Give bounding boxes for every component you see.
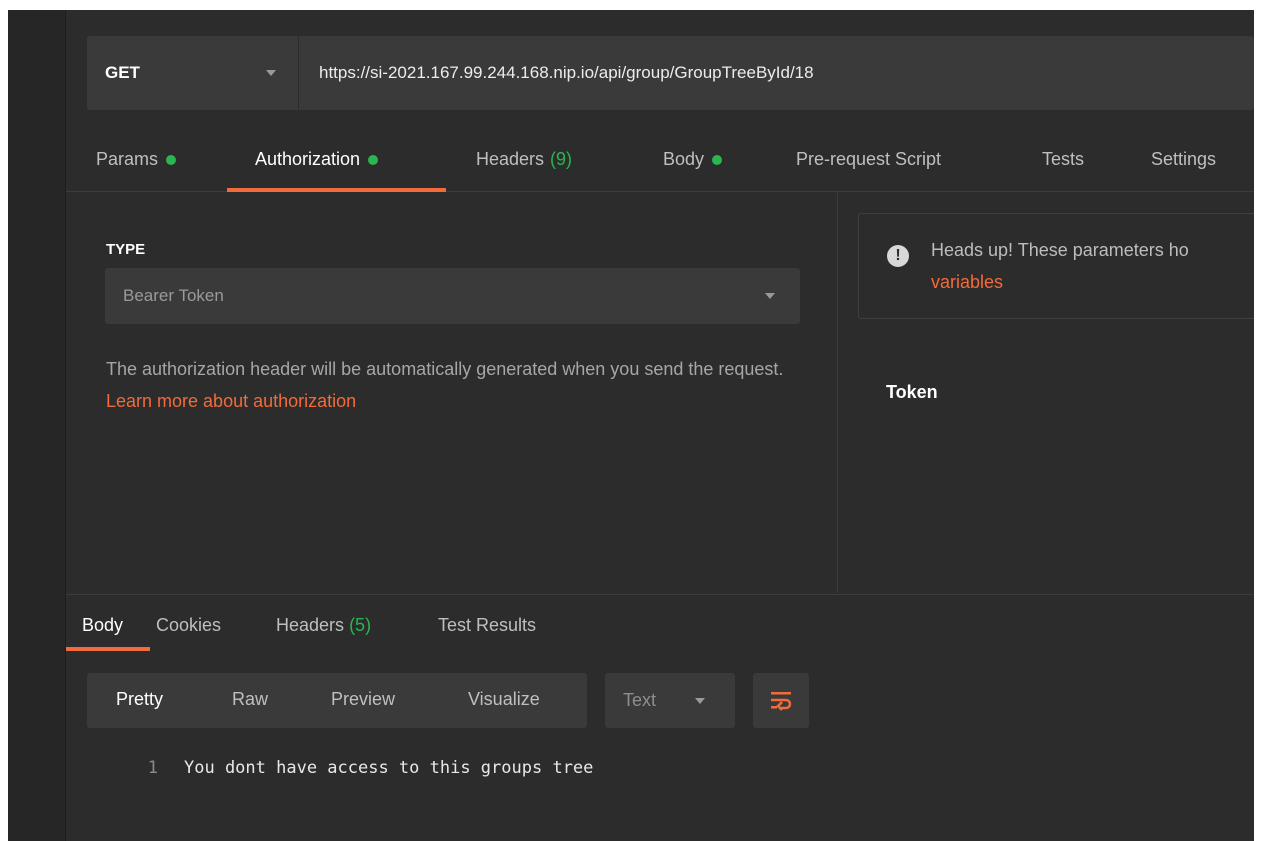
status-dot-icon bbox=[712, 154, 723, 165]
type-label: TYPE bbox=[106, 241, 146, 258]
tab-response-headers[interactable]: Headers (5) bbox=[276, 615, 371, 636]
tab-test-results[interactable]: Test Results bbox=[438, 615, 536, 636]
auth-type-value: Bearer Token bbox=[123, 286, 224, 305]
learn-more-link[interactable]: Learn more about authorization bbox=[106, 391, 356, 411]
visualize-button[interactable]: Visualize bbox=[468, 689, 540, 710]
chevron-down-icon bbox=[266, 70, 276, 76]
raw-button[interactable]: Raw bbox=[232, 689, 268, 710]
format-select[interactable]: Text bbox=[605, 673, 735, 728]
token-label: Token bbox=[886, 382, 938, 402]
auth-type-select[interactable]: Bearer Token bbox=[105, 268, 800, 324]
url-input[interactable]: https://si-2021.167.99.244.168.nip.io/ap… bbox=[299, 63, 814, 83]
request-url-bar: GET https://si-2021.167.99.244.168.nip.i… bbox=[87, 36, 1254, 110]
method-label: GET bbox=[105, 63, 140, 82]
chevron-down-icon bbox=[695, 697, 705, 704]
request-tabs: Params Authorization Headers (9) Body Pr… bbox=[66, 136, 1254, 192]
heads-up-notice: ! Heads up! These parameters ho variable… bbox=[858, 213, 1254, 319]
tab-settings[interactable]: Settings bbox=[1151, 149, 1216, 170]
notice-text: Heads up! These parameters ho bbox=[931, 240, 1189, 260]
auth-type-panel: TYPE Bearer Token The authorization head… bbox=[66, 193, 838, 593]
tab-cookies[interactable]: Cookies bbox=[156, 615, 221, 636]
line-number: 1 bbox=[147, 758, 158, 778]
tab-pre-request-script[interactable]: Pre-request Script bbox=[796, 149, 941, 170]
active-tab-indicator bbox=[227, 188, 446, 192]
tab-response-body[interactable]: Body bbox=[82, 615, 123, 636]
wrap-lines-icon bbox=[771, 691, 792, 711]
active-tab-indicator bbox=[66, 647, 150, 651]
tab-tests[interactable]: Tests bbox=[1042, 149, 1084, 170]
status-dot-icon bbox=[166, 154, 177, 165]
chevron-down-icon bbox=[765, 293, 775, 299]
view-mode-group: Pretty Raw Preview Visualize bbox=[87, 673, 587, 728]
tab-headers[interactable]: Headers (9) bbox=[476, 149, 572, 170]
response-text: You dont have access to this groups tree bbox=[184, 758, 594, 778]
tab-authorization[interactable]: Authorization bbox=[255, 149, 379, 170]
auth-description: The authorization header will be automat… bbox=[106, 359, 784, 411]
pretty-button[interactable]: Pretty bbox=[116, 689, 163, 710]
status-dot-icon bbox=[368, 154, 379, 165]
method-select[interactable]: GET bbox=[87, 36, 299, 110]
postman-window: GET https://si-2021.167.99.244.168.nip.i… bbox=[8, 10, 1254, 841]
preview-button[interactable]: Preview bbox=[331, 689, 395, 710]
left-sidebar-strip bbox=[8, 10, 66, 841]
warning-icon: ! bbox=[887, 245, 909, 267]
tab-params[interactable]: Params bbox=[96, 149, 177, 170]
wrap-lines-button[interactable] bbox=[753, 673, 809, 728]
tab-body[interactable]: Body bbox=[663, 149, 723, 170]
variables-link[interactable]: variables bbox=[931, 272, 1003, 293]
response-tabs: Body Cookies Headers (5) Test Results bbox=[66, 594, 1254, 654]
format-value: Text bbox=[623, 690, 657, 710]
